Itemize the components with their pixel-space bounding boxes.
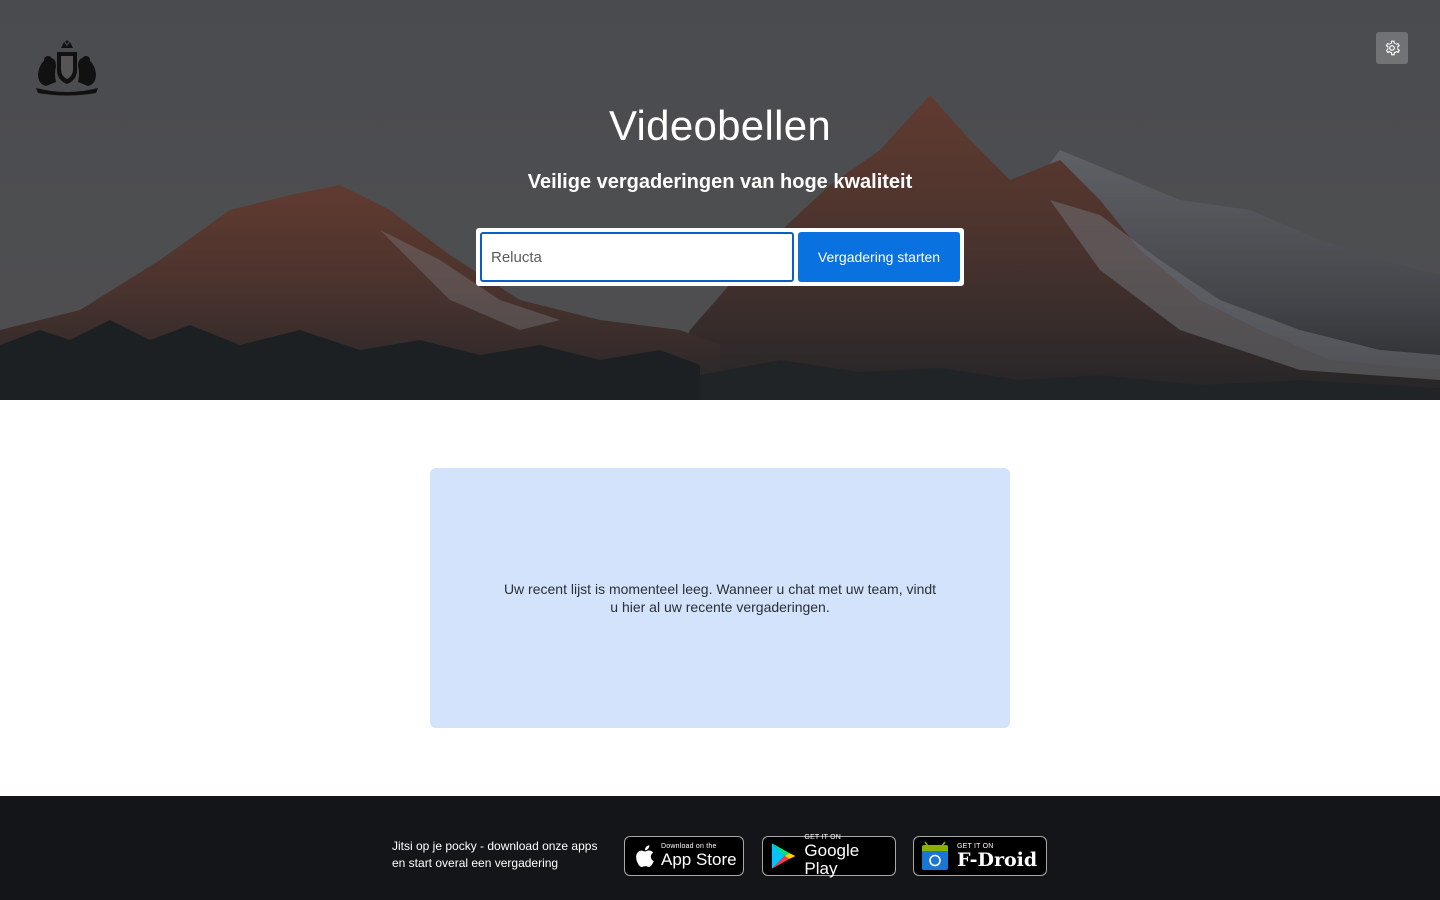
footer-promo-text: Jitsi op je pocky - download onze apps e…	[392, 839, 598, 870]
apple-icon	[636, 845, 654, 867]
recent-empty-message: Uw recent lijst is momenteel leeg. Wanne…	[503, 581, 937, 615]
recent-meetings-panel: Uw recent lijst is momenteel leeg. Wanne…	[430, 468, 1010, 728]
google-play-icon	[771, 843, 796, 869]
fdroid-icon	[922, 841, 948, 870]
fdroid-badge[interactable]: GET IT ON F-Droid	[913, 836, 1047, 876]
google-play-badge[interactable]: GET IT ON Google Play	[762, 834, 896, 878]
page-subtitle: Veilige vergaderingen van hoge kwaliteit	[527, 171, 913, 193]
room-name-input[interactable]	[480, 232, 794, 282]
hero-banner: Videobellen Veilige vergaderingen van ho…	[0, 0, 1440, 400]
start-meeting-button[interactable]: Vergadering starten	[798, 232, 960, 282]
enter-room-form: Vergadering starten	[476, 228, 964, 286]
google-play-big-text: Google Play	[804, 841, 860, 878]
app-store-big-text: App Store	[661, 850, 737, 869]
page-title: Videobellen	[608, 102, 832, 149]
dutch-coat-of-arms-icon	[34, 40, 100, 96]
app-store-badge[interactable]: Download on the App Store	[624, 836, 744, 876]
fdroid-big-text: F-Droid	[957, 849, 1038, 871]
gear-icon	[1385, 40, 1401, 56]
footer: Jitsi op je pocky - download onze apps e…	[0, 796, 1440, 900]
settings-button[interactable]	[1376, 32, 1408, 64]
